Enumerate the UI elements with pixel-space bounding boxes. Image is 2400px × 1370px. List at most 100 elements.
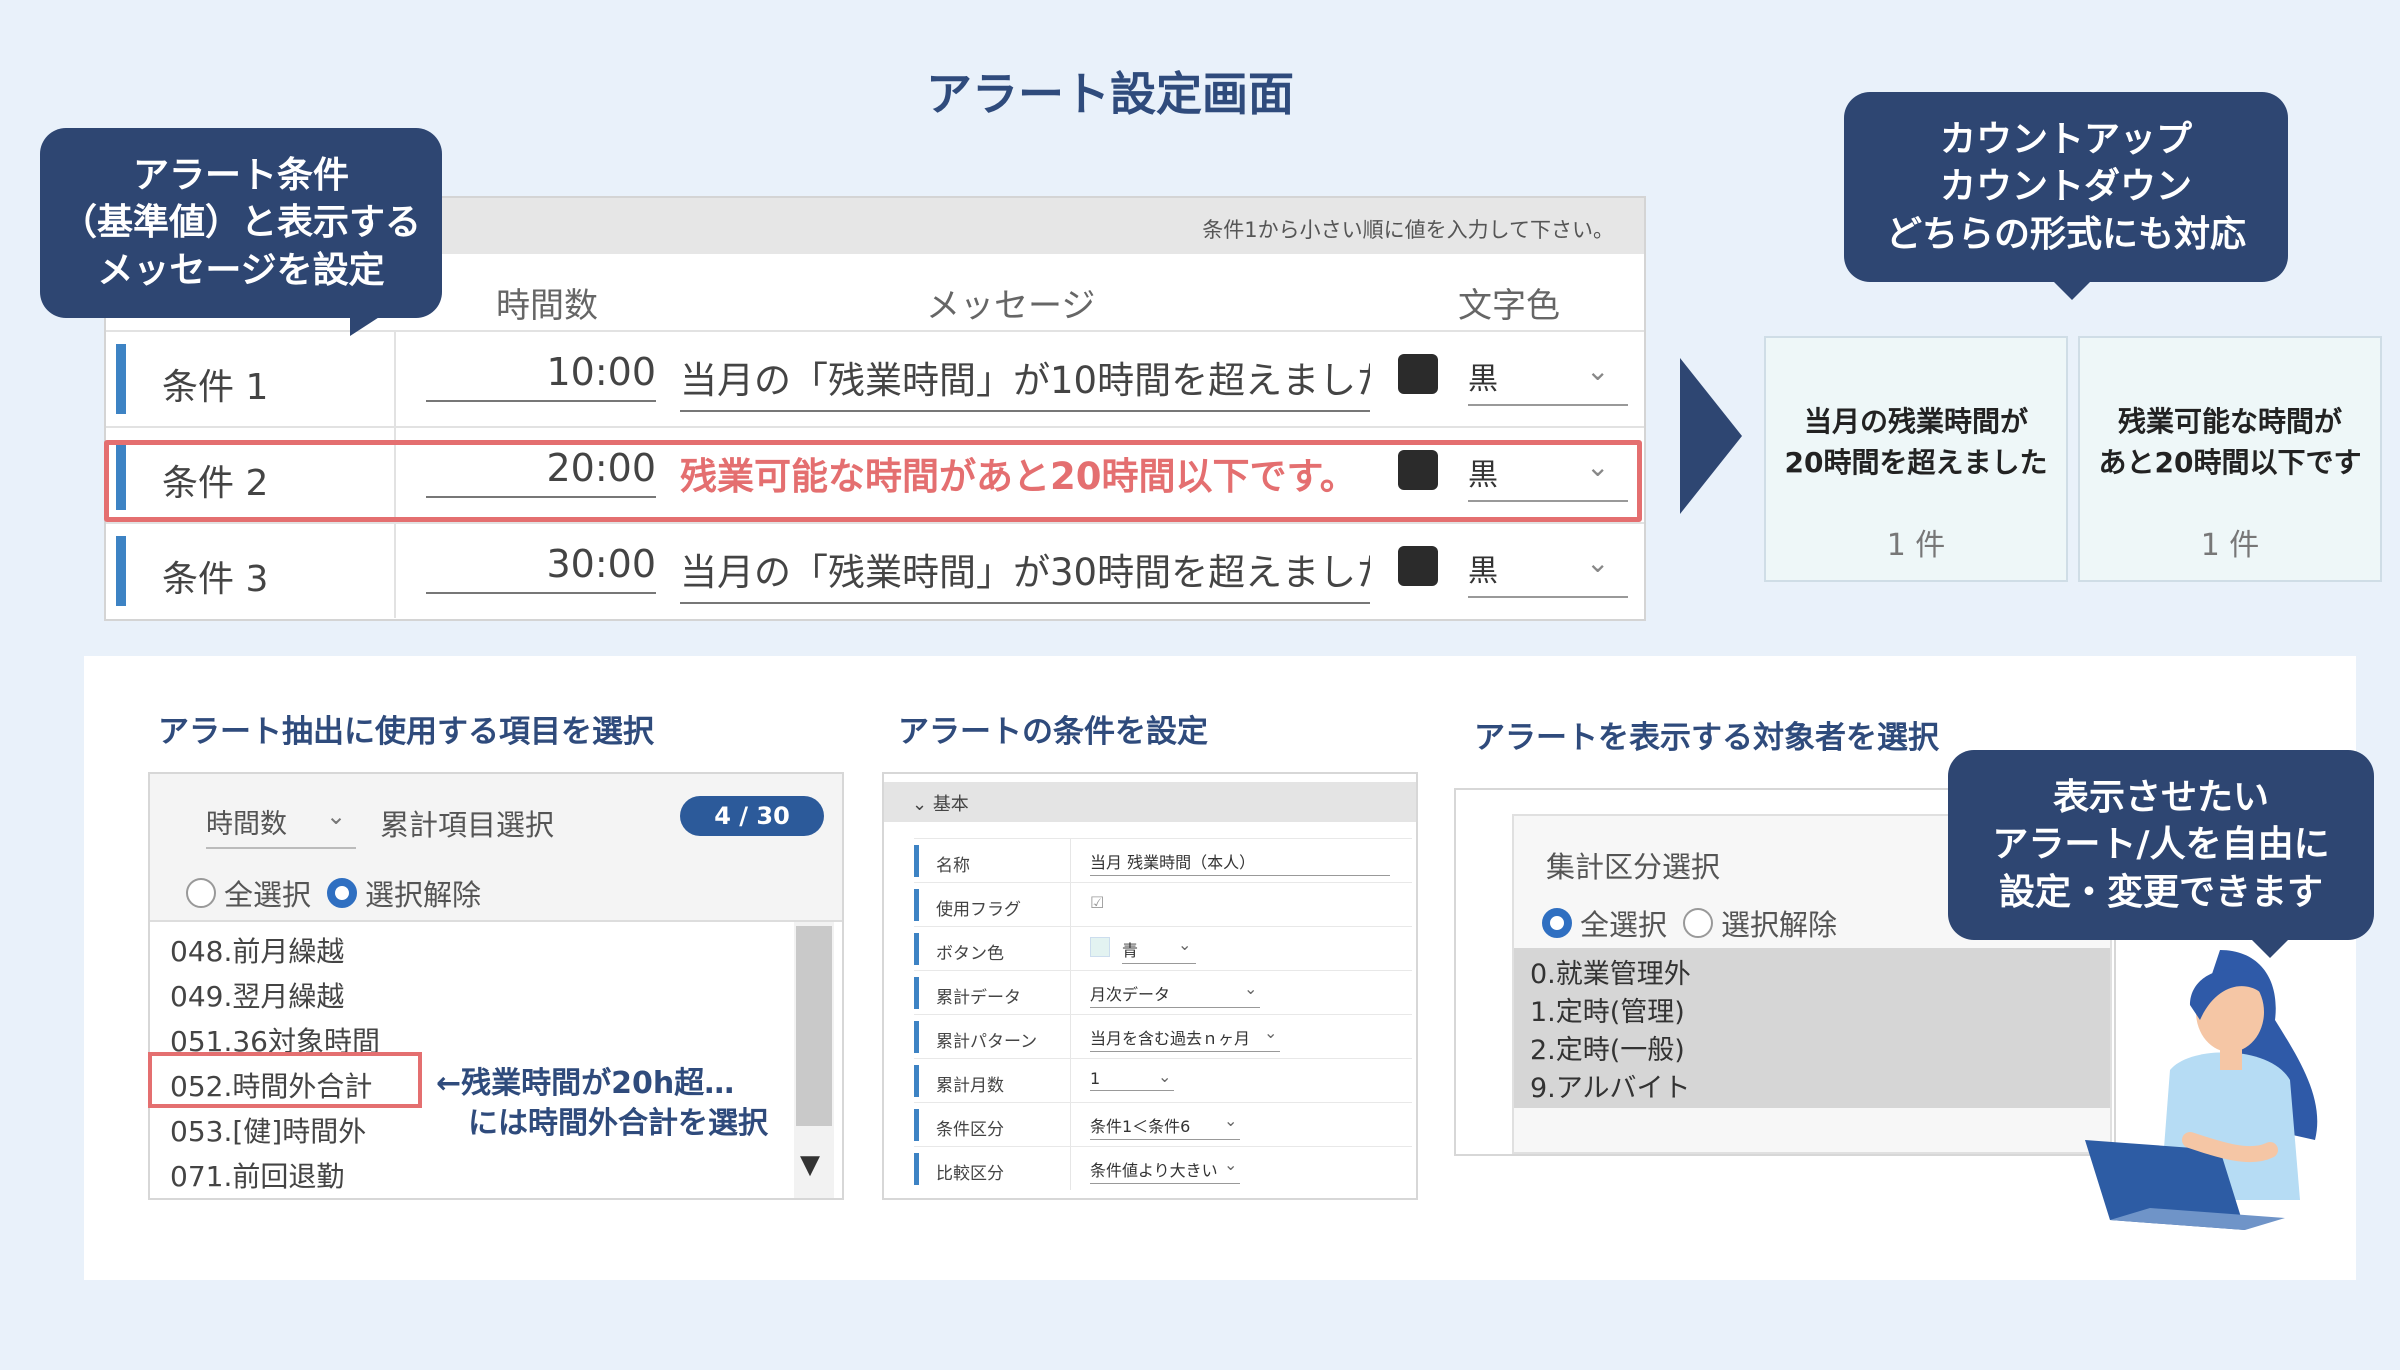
- alert-card[interactable]: 当月の残業時間が 20時間を超えました 1 件: [1764, 336, 2068, 582]
- message-input[interactable]: 当月の「残業時間」が10時間を超えました。: [680, 350, 1370, 412]
- chevron-down-icon[interactable]: ⌄: [1224, 1155, 1237, 1174]
- radio-all[interactable]: [1542, 908, 1572, 938]
- list-item[interactable]: 0.就業管理外: [1530, 952, 1691, 991]
- aggregate-pattern-select[interactable]: 当月を含む過去ｎヶ月: [1090, 1025, 1280, 1052]
- condition-row-3: 条件 3 30:00 当月の「残業時間」が30時間を超えました。 黒 ⌄: [106, 522, 1644, 618]
- note-line: には時間外合計を選択: [468, 1105, 768, 1141]
- chevron-down-icon[interactable]: ⌄: [1244, 979, 1257, 998]
- row-divider: [394, 524, 396, 618]
- callout-line: カウントアップ: [1939, 118, 2192, 160]
- arrow-right-icon: [1680, 358, 1742, 514]
- chevron-down-icon[interactable]: ⌄: [1178, 935, 1191, 954]
- alert-card[interactable]: 残業可能な時間が あと20時間以下です 1 件: [2078, 336, 2382, 582]
- alert-card-line: あと20時間以下です: [2098, 445, 2362, 479]
- form-row: 累計データ 月次データ ⌄: [914, 970, 1412, 1014]
- chevron-down-icon[interactable]: ⌄: [1158, 1067, 1171, 1086]
- list-item[interactable]: 049.翌月繰越: [170, 975, 344, 1015]
- form-row: 条件区分 条件1＜条件6 ⌄: [914, 1102, 1412, 1146]
- list-item[interactable]: 071.前回退勤: [170, 1155, 344, 1195]
- row-divider: [1070, 927, 1071, 970]
- table-hint: 条件1から小さい順に値を入力して下さい。: [1202, 218, 1614, 242]
- chevron-down-icon[interactable]: ⌄: [1586, 354, 1609, 387]
- condition-row-1: 条件 1 10:00 当月の「残業時間」が10時間を超えました。 黒 ⌄: [106, 330, 1644, 426]
- chevron-down-icon[interactable]: ⌄: [1224, 1111, 1237, 1130]
- button-color-swatch: [1090, 937, 1110, 957]
- chevron-down-icon[interactable]: ⌄: [1264, 1023, 1277, 1042]
- row-label: 条件 1: [162, 367, 269, 408]
- list-item[interactable]: 048.前月繰越: [170, 930, 344, 970]
- list-item[interactable]: 2.定時(一般): [1530, 1028, 1685, 1067]
- target-select-label: 集計区分選択: [1546, 850, 1721, 884]
- name-input[interactable]: 当月 残業時間（本人）: [1090, 849, 1390, 876]
- radio-all[interactable]: [186, 878, 216, 908]
- color-swatch: [1398, 546, 1438, 586]
- color-swatch: [1398, 354, 1438, 394]
- callout-line: メッセージを設定: [97, 249, 385, 291]
- selection-counter-badge: 4 / 30: [680, 796, 824, 836]
- row-marker: [914, 1153, 919, 1185]
- row-marker: [914, 889, 919, 921]
- section-title-conditions: アラートの条件を設定: [898, 714, 1208, 750]
- highlight-frame: [104, 440, 1642, 522]
- scroll-down-icon[interactable]: ▼: [800, 1150, 820, 1180]
- item-select-label: 累計項目選択: [380, 808, 555, 842]
- section-title-items: アラート抽出に使用する項目を選択: [158, 714, 654, 750]
- form-row: ボタン色 青 ⌄: [914, 926, 1412, 970]
- condition-form-panel: ⌄ 基本 名称 当月 残業時間（本人） 使用フラグ ☑ ボタン色 青 ⌄ 累計デ…: [882, 772, 1418, 1200]
- callout-line: アラート条件: [132, 154, 349, 196]
- row-marker: [914, 1065, 919, 1097]
- callout-users: 表示させたい アラート/人を自由に 設定・変更できます: [1948, 750, 2374, 958]
- radio-all-label: 全選択: [224, 878, 312, 912]
- comparison-select[interactable]: 条件値より大きい: [1090, 1157, 1240, 1184]
- callout-line: 設定・変更できます: [1998, 871, 2323, 913]
- chevron-down-icon[interactable]: ⌄: [326, 802, 346, 830]
- row-marker: [914, 1021, 919, 1053]
- row-divider: [1070, 971, 1071, 1014]
- radio-clear[interactable]: [327, 878, 358, 908]
- list-item[interactable]: 9.アルバイト: [1530, 1066, 1691, 1105]
- list-item[interactable]: 1.定時(管理): [1530, 990, 1685, 1029]
- form-label: 累計データ: [936, 988, 1021, 1008]
- radio-clear[interactable]: [1683, 908, 1714, 938]
- alert-card-text: 当月の残業時間が 20時間を超えました: [1766, 402, 2066, 483]
- callout-line: カウントダウン: [1939, 166, 2192, 208]
- collapse-icon[interactable]: ⌄: [912, 794, 933, 815]
- form-row: 名称 当月 残業時間（本人）: [914, 838, 1412, 882]
- alert-card-count: 1 件: [2200, 528, 2260, 563]
- person-with-laptop-illustration: [2085, 950, 2318, 1230]
- callout-line: どちらの形式にも対応: [1885, 213, 2246, 255]
- row-marker: [914, 977, 919, 1009]
- radio-group: 全選択 選択解除: [1542, 902, 1837, 944]
- aggregate-data-select[interactable]: 月次データ: [1090, 981, 1260, 1008]
- form-section-header[interactable]: ⌄ 基本: [884, 782, 1416, 822]
- form-row: 累計パターン 当月を含む過去ｎヶ月 ⌄: [914, 1014, 1412, 1058]
- form-label: ボタン色: [936, 944, 1004, 964]
- condition-type-select[interactable]: 条件1＜条件6: [1090, 1113, 1240, 1140]
- scrollbar-thumb[interactable]: [796, 926, 832, 1126]
- row-label: 条件 3: [162, 559, 269, 600]
- message-input[interactable]: 当月の「残業時間」が30時間を超えました。: [680, 542, 1370, 604]
- callout-line: アラート/人を自由に: [1992, 824, 2330, 866]
- chevron-down-icon[interactable]: ⌄: [1586, 546, 1609, 579]
- use-flag-checkbox[interactable]: ☑: [1090, 893, 1104, 914]
- row-divider: [1070, 883, 1071, 926]
- form-section-title: 基本: [932, 794, 969, 815]
- form-row: 使用フラグ ☑: [914, 882, 1412, 926]
- alert-card-line: 当月の残業時間が: [1803, 405, 2028, 438]
- column-message: メッセージ: [926, 286, 1096, 326]
- radio-clear-label: 選択解除: [1721, 908, 1838, 942]
- row-divider: [394, 332, 396, 426]
- form-label: 使用フラグ: [936, 900, 1021, 920]
- callout-countup: カウントアップ カウントダウン どちらの形式にも対応: [1844, 92, 2288, 300]
- alert-card-line: 残業可能な時間が: [2117, 405, 2342, 438]
- time-input[interactable]: 10:00: [426, 350, 656, 402]
- alert-card-line: 20時間を超えました: [1784, 445, 2048, 479]
- radio-all-label: 全選択: [1580, 908, 1668, 942]
- radio-group: 全選択 選択解除: [186, 872, 481, 914]
- alert-card-count: 1 件: [1886, 528, 1946, 563]
- list-item[interactable]: 053.[健]時間外: [170, 1110, 366, 1150]
- callout-conditions: アラート条件 （基準値）と表示する メッセージを設定: [40, 128, 442, 336]
- form-label: 名称: [936, 856, 970, 876]
- form-label: 累計パターン: [936, 1032, 1038, 1052]
- time-input[interactable]: 30:00: [426, 542, 656, 594]
